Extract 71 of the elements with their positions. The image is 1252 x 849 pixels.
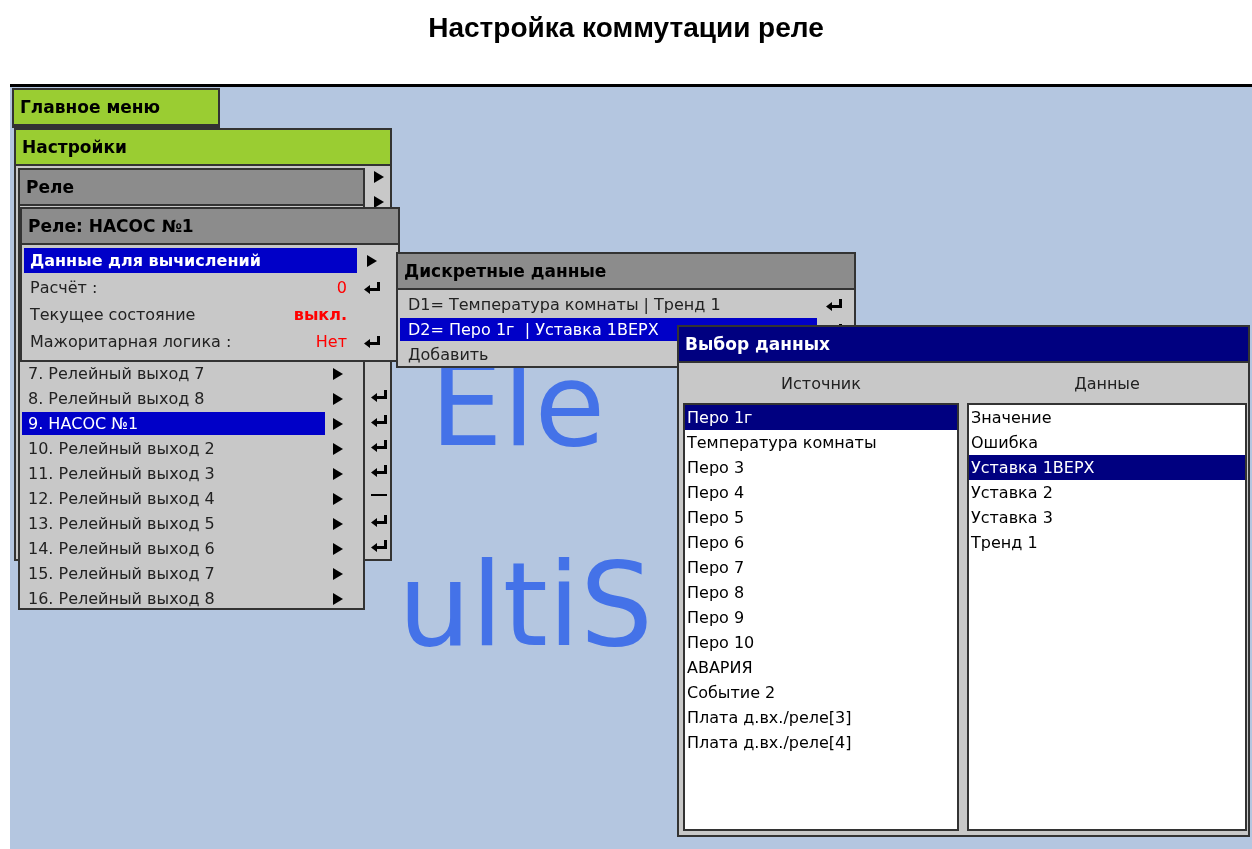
menu-item[interactable]: 16. Релейный выход 8 — [22, 587, 325, 610]
enter-icon — [826, 298, 842, 311]
menu-item[interactable]: 8. Релейный выход 8 — [22, 387, 325, 410]
arrow-icon — [332, 467, 344, 480]
arrow-icon — [332, 442, 344, 455]
page-title: Настройка коммутации реле — [428, 12, 824, 44]
column-heading: Источник — [781, 373, 861, 393]
enter-icon — [371, 414, 387, 427]
dash-icon — [371, 494, 387, 497]
menu-item[interactable]: Мажоритарная логика : Нет — [24, 329, 357, 354]
enter-icon — [371, 539, 387, 552]
arrow-icon — [373, 195, 385, 208]
list-item[interactable]: Перо 8 — [685, 580, 957, 605]
menu-item[interactable]: 9. НАСОС №1 — [22, 412, 325, 435]
window-title: Главное меню — [14, 90, 218, 126]
arrow-icon — [373, 170, 385, 183]
enter-icon — [371, 439, 387, 452]
menu-item[interactable]: 14. Релейный выход 6 — [22, 537, 325, 560]
list-item[interactable]: Перо 4 — [685, 480, 957, 505]
arrow-icon — [366, 254, 378, 267]
window-title: Реле: НАСОС №1 — [22, 209, 398, 245]
window-title: Реле — [20, 170, 363, 206]
value-text: Нет — [315, 332, 347, 351]
menu-item[interactable]: Текущее состояние выкл. — [24, 302, 357, 327]
list-item[interactable]: Событие 2 — [685, 680, 957, 705]
list-item[interactable]: Плата д.вх./реле[4] — [685, 730, 957, 755]
menu-item[interactable]: 13. Релейный выход 5 — [22, 512, 325, 535]
arrow-icon — [332, 517, 344, 530]
list-item[interactable]: Уставка 3 — [969, 505, 1245, 530]
list-item[interactable]: Перо 10 — [685, 630, 957, 655]
menu-item[interactable]: 10. Релейный выход 2 — [22, 437, 325, 460]
list-item[interactable]: Уставка 2 — [969, 480, 1245, 505]
list-item[interactable]: Перо 7 — [685, 555, 957, 580]
arrow-icon — [332, 567, 344, 580]
list-item[interactable]: АВАРИЯ — [685, 655, 957, 680]
list-item[interactable]: Ошибка — [969, 430, 1245, 455]
logo-text: ultiS — [398, 557, 653, 655]
value-text: 0 — [336, 278, 347, 297]
menu-item[interactable]: 7. Релейный выход 7 — [22, 362, 325, 385]
menu-item[interactable]: 15. Релейный выход 7 — [22, 562, 325, 585]
window-title: Выбор данных — [679, 327, 1248, 363]
window-title: Настройки — [16, 130, 390, 166]
list-item[interactable]: Перо 1г — [685, 405, 957, 430]
list-item[interactable]: Уставка 1ВЕРХ — [969, 455, 1245, 480]
enter-icon — [364, 335, 380, 348]
list-item[interactable]: Температура комнаты — [685, 430, 957, 455]
value-text: выкл. — [293, 305, 347, 324]
menu-item[interactable]: 12. Релейный выход 4 — [22, 487, 325, 510]
menu-item[interactable]: 11. Релейный выход 3 — [22, 462, 325, 485]
arrow-icon — [332, 592, 344, 605]
list-item[interactable]: Перо 5 — [685, 505, 957, 530]
menu-item[interactable]: Данные для вычислений — [24, 248, 357, 273]
enter-icon — [364, 281, 380, 294]
list-item[interactable]: D1= Температура комнаты | Тренд 1 — [400, 293, 817, 316]
arrow-icon — [332, 492, 344, 505]
enter-icon — [371, 389, 387, 402]
menu-item[interactable]: Расчёт : 0 — [24, 275, 357, 300]
list-item[interactable]: Перо 9 — [685, 605, 957, 630]
arrow-icon — [332, 542, 344, 555]
list-item[interactable]: Плата д.вх./реле[3] — [685, 705, 957, 730]
list-item[interactable]: Перо 3 — [685, 455, 957, 480]
list-item[interactable]: Перо 6 — [685, 530, 957, 555]
column-heading: Данные — [1074, 373, 1140, 393]
enter-icon — [371, 464, 387, 477]
enter-icon — [371, 514, 387, 527]
arrow-icon — [332, 417, 344, 430]
arrow-icon — [332, 367, 344, 380]
list-item[interactable]: Тренд 1 — [969, 530, 1245, 555]
list-item[interactable]: Значение — [969, 405, 1245, 430]
window-title: Дискретные данные — [398, 254, 854, 290]
arrow-icon — [332, 392, 344, 405]
